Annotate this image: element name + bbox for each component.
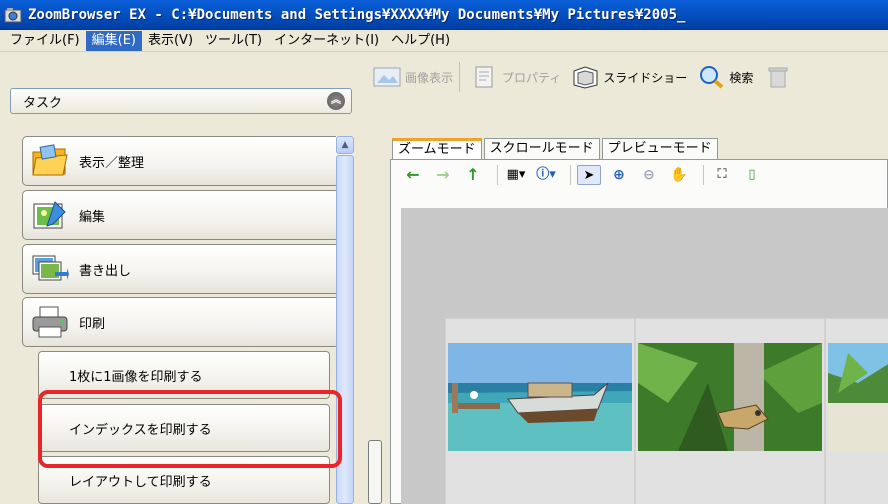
scroll-up-button[interactable]: ▲	[336, 136, 354, 154]
tab-scroll-mode[interactable]: スクロールモード	[483, 138, 600, 160]
pointer-tool-icon[interactable]: ➤	[577, 165, 601, 185]
window-title: ZoomBrowser EX - C:¥Documents and Settin…	[28, 7, 686, 23]
option-label: レイアウトして印刷する	[69, 474, 212, 490]
properties-icon	[470, 65, 498, 89]
toolbar-separator	[459, 62, 461, 92]
info-icon[interactable]: ⓘ▾	[534, 165, 558, 185]
up-folder-icon[interactable]: ↑	[461, 165, 485, 185]
category-print[interactable]: 印刷	[22, 297, 340, 347]
title-bar: ZoomBrowser EX - C:¥Documents and Settin…	[0, 0, 888, 30]
fit-window-icon[interactable]: ⛶	[710, 165, 734, 185]
annotation-highlight	[38, 390, 342, 468]
search-label: 検索	[729, 70, 754, 85]
menu-view[interactable]: 表示(V)	[142, 31, 199, 51]
toolbar-separator	[497, 165, 498, 185]
slideshow-button[interactable]: スライドショー	[571, 65, 687, 89]
thumbnail-cell[interactable]	[635, 318, 825, 504]
menu-edit[interactable]: 編集(E)	[85, 30, 142, 51]
search-button[interactable]: 検索	[697, 65, 753, 89]
category-label: 書き出し	[79, 263, 132, 279]
task-selector[interactable]: タスク ︽	[10, 88, 352, 114]
category-edit[interactable]: 編集	[22, 190, 340, 240]
thumbnail-canvas	[401, 208, 888, 504]
photo-tree-thumbnail[interactable]	[638, 343, 822, 451]
photo-boat-thumbnail[interactable]	[448, 343, 632, 451]
trash-icon	[763, 65, 791, 89]
export-pictures-icon	[31, 252, 69, 286]
image-icon	[373, 65, 401, 89]
view-image-button[interactable]: 画像表示	[373, 65, 453, 89]
main-toolbar: 画像表示 プロパティ スライドショー 検索	[363, 52, 888, 102]
back-arrow-icon[interactable]: ←	[401, 165, 425, 185]
properties-label: プロパティ	[502, 70, 562, 85]
category-export[interactable]: 書き出し	[22, 244, 340, 294]
thumbnail-cell[interactable]	[825, 318, 888, 504]
thumbnail-cell[interactable]	[445, 318, 635, 504]
properties-button[interactable]: プロパティ	[470, 65, 561, 89]
menu-tools[interactable]: ツール(T)	[199, 31, 268, 51]
menu-file[interactable]: ファイル(F)	[4, 31, 86, 51]
category-view-organize[interactable]: 表示／整理	[22, 136, 340, 186]
search-icon	[697, 65, 725, 89]
delete-button[interactable]	[763, 65, 795, 89]
category-label: 表示／整理	[79, 155, 145, 171]
printer-icon	[31, 305, 69, 339]
menu-help[interactable]: ヘルプ(H)	[385, 31, 456, 51]
category-label: 編集	[79, 209, 106, 225]
tab-zoom-mode[interactable]: ズームモード	[392, 138, 482, 160]
slideshow-label: スライドショー	[603, 70, 688, 85]
pane-collapse-handle[interactable]	[368, 440, 382, 504]
zoom-out-icon[interactable]: ⊖	[637, 165, 661, 185]
folder-icon	[31, 144, 69, 178]
hand-tool-icon[interactable]: ✋	[667, 165, 691, 185]
forward-arrow-icon[interactable]: →	[431, 165, 455, 185]
chevron-up-double-icon[interactable]: ︽	[327, 92, 345, 110]
photo-beach-thumbnail[interactable]	[828, 343, 888, 451]
zoom-in-icon[interactable]: ⊕	[607, 165, 631, 185]
zoom-view: ← → ↑ ▦▾ ⓘ▾ ➤ ⊕ ⊖ ✋ ⛶ ▯	[390, 159, 888, 504]
app-icon	[4, 6, 22, 24]
slideshow-icon	[571, 65, 599, 89]
menu-bar: ファイル(F) 編集(E) 表示(V) ツール(T) インターネット(I) ヘル…	[0, 30, 888, 52]
view-toolbar: ← → ↑ ▦▾ ⓘ▾ ➤ ⊕ ⊖ ✋ ⛶ ▯	[391, 160, 888, 190]
selection-menu-icon[interactable]: ▦▾	[504, 165, 528, 185]
task-selector-value: タスク	[23, 95, 63, 111]
edit-picture-icon	[31, 198, 69, 232]
image-pane: ズームモード スクロールモード プレビューモード ← → ↑ ▦▾ ⓘ▾ ➤ ⊕…	[382, 102, 888, 504]
zoom-slider-icon[interactable]: ▯	[740, 165, 764, 185]
toolbar-separator	[703, 165, 704, 185]
toolbar-separator	[570, 165, 571, 185]
category-label: 印刷	[79, 316, 106, 332]
tab-preview-mode[interactable]: プレビューモード	[601, 138, 718, 160]
view-image-label: 画像表示	[405, 70, 454, 85]
option-label: 1枚に1画像を印刷する	[69, 369, 203, 385]
view-mode-tabs: ズームモード スクロールモード プレビューモード	[392, 138, 720, 160]
menu-internet[interactable]: インターネット(I)	[268, 31, 385, 51]
